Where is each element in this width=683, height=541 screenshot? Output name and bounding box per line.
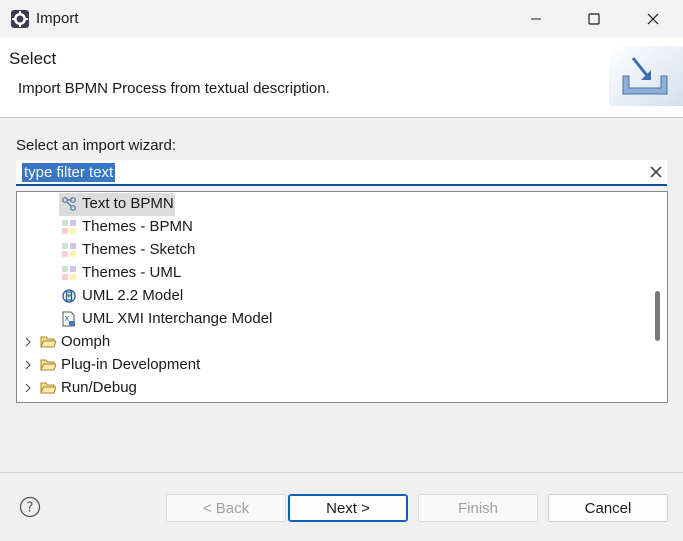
filter-input[interactable]: type filter text <box>16 160 667 186</box>
svg-text:X: X <box>65 315 70 323</box>
svg-text:?: ? <box>27 501 34 516</box>
minimize-button[interactable] <box>513 0 559 38</box>
tree-item-label: Themes - UML <box>82 264 182 281</box>
button-bar-divider <box>0 472 683 473</box>
minimize-icon <box>531 18 541 20</box>
xmi-file-icon: X <box>62 311 75 327</box>
filter-input-value[interactable]: type filter text <box>22 163 116 182</box>
tree-item-uml-model[interactable]: UML 2.2 Model <box>17 285 647 308</box>
next-button[interactable]: Next > <box>288 494 408 522</box>
tree-item-run-debug[interactable]: Run/Debug <box>17 377 647 400</box>
wizard-list-label: Select an import wizard: <box>16 137 177 154</box>
chevron-right-icon[interactable] <box>23 383 33 393</box>
window-title: Import <box>36 10 79 27</box>
tree-item-plugin-development[interactable]: Plug-in Development <box>17 354 647 377</box>
close-icon <box>647 13 659 25</box>
tree-item-themes-uml[interactable]: Themes - UML <box>17 262 647 285</box>
tree-item-themes-sketch[interactable]: Themes - Sketch <box>17 239 647 262</box>
folder-icon <box>40 359 56 371</box>
tree-item-label: Plug-in Development <box>61 356 201 373</box>
tree-item-label: Oomph <box>61 333 111 350</box>
maximize-icon <box>588 13 600 25</box>
tree-item-label: Themes - BPMN <box>82 218 193 235</box>
connection-icon <box>62 197 76 211</box>
tree-item-label: Run/Debug <box>61 379 137 396</box>
wizard-header: Select Import BPMN Process from textual … <box>0 38 683 118</box>
tree-item-themes-bpmn[interactable]: Themes - BPMN <box>17 216 647 239</box>
tree-item-text-to-bpmn[interactable]: Text to BPMN <box>17 193 647 216</box>
finish-button[interactable]: Finish <box>418 494 538 522</box>
close-window-button[interactable] <box>630 0 676 38</box>
tree-item-label: UML 2.2 Model <box>82 287 184 304</box>
clear-icon[interactable] <box>649 165 663 179</box>
uml-model-icon <box>62 289 76 303</box>
page-description: Import BPMN Process from textual descrip… <box>18 80 330 97</box>
cancel-button[interactable]: Cancel <box>548 494 668 522</box>
tree-item-label: UML XMI Interchange Model <box>82 310 273 327</box>
maximize-button[interactable] <box>571 0 617 38</box>
back-button[interactable]: < Back <box>166 494 286 522</box>
scrollbar-thumb[interactable] <box>655 291 660 341</box>
title-bar: Import <box>0 0 683 38</box>
chevron-right-icon[interactable] <box>23 337 33 347</box>
help-icon[interactable]: ? <box>19 496 41 518</box>
tree-item-uml-xmi[interactable]: X UML XMI Interchange Model <box>17 308 647 331</box>
vertical-scrollbar[interactable] <box>647 192 667 402</box>
folder-icon <box>40 336 56 348</box>
wizard-tree[interactable]: Text to BPMN Themes - BPMN Themes - Sket… <box>16 191 668 403</box>
tree-item-label: Text to BPMN <box>82 195 174 212</box>
folder-icon <box>40 382 56 394</box>
theme-icon <box>62 243 76 257</box>
theme-icon <box>62 266 76 280</box>
eclipse-icon <box>11 10 29 28</box>
chevron-right-icon[interactable] <box>23 360 33 370</box>
page-title: Select <box>9 49 57 68</box>
theme-icon <box>62 220 76 234</box>
tree-item-oomph[interactable]: Oomph <box>17 331 647 354</box>
import-banner-icon <box>609 46 683 106</box>
tree-item-label: Themes - Sketch <box>82 241 196 258</box>
